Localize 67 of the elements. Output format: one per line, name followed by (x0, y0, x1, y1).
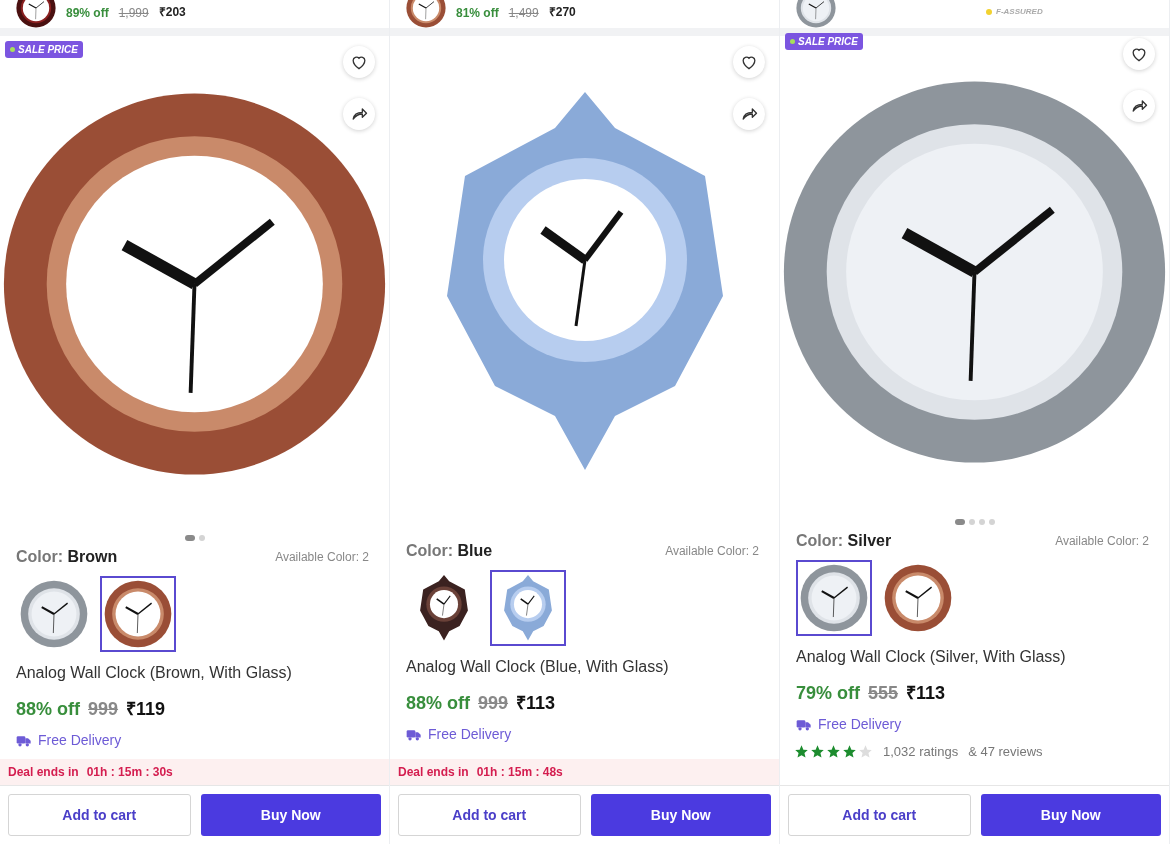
truck-icon (796, 717, 812, 731)
assured-badge: F-ASSURED (986, 7, 1043, 16)
star-icon (858, 744, 873, 759)
price-text: ₹270 (548, 4, 576, 20)
truck-icon (16, 733, 32, 747)
available-colors-text: Available Color: 2 (275, 550, 369, 564)
original-price: 555 (868, 683, 899, 704)
carousel-dot[interactable] (988, 519, 995, 525)
sale-badge: SALE PRICE (785, 33, 863, 50)
discount-text: 89% off (66, 6, 109, 20)
discount-text: 88% off (406, 693, 470, 714)
color-label: Color: Silver (796, 532, 892, 550)
available-colors-text: Available Color: 2 (665, 544, 759, 558)
buy-now-button[interactable]: Buy Now (200, 794, 381, 836)
clock-thumbnail (800, 564, 868, 632)
price-text: ₹113 (906, 682, 946, 704)
clock-thumbnail (884, 564, 952, 632)
delivery-text: Free Delivery (428, 726, 512, 742)
star-icon (826, 744, 841, 759)
buy-now-button[interactable]: Buy Now (590, 794, 771, 836)
buy-now-button[interactable]: Buy Now (980, 794, 1161, 836)
original-price: 999 (88, 699, 119, 720)
available-colors-text: Available Color: 2 (1055, 534, 1149, 548)
price-text: ₹203 (158, 4, 186, 20)
original-price: 1,999 (118, 6, 149, 20)
color-swatch[interactable] (490, 570, 566, 646)
sale-badge: SALE PRICE (5, 41, 83, 58)
original-price: 999 (478, 693, 509, 714)
carousel-dot[interactable] (978, 519, 985, 525)
truck-icon (406, 727, 422, 741)
star-icon (794, 744, 809, 759)
price-text: ₹119 (126, 698, 166, 720)
clock-thumbnail (502, 574, 554, 642)
delivery-text: Free Delivery (818, 716, 902, 732)
discount-text: 81% off (456, 6, 499, 20)
wishlist-button[interactable] (1123, 38, 1155, 70)
deal-timer: Deal ends in 01h : 15m : 30s (0, 759, 389, 785)
color-swatch[interactable] (796, 560, 872, 636)
ratings-count: 1,032 ratings (883, 744, 959, 759)
wishlist-button[interactable] (733, 46, 765, 78)
clock-thumbnail (104, 580, 172, 648)
price-text: ₹113 (516, 692, 556, 714)
product-title[interactable]: Analog Wall Clock (Brown, With Glass) (0, 652, 389, 682)
color-label: Color: Brown (16, 548, 118, 566)
clock-thumbnail (418, 574, 470, 642)
star-icon (842, 744, 857, 759)
discount-text: 79% off (796, 683, 860, 704)
product-title[interactable]: Analog Wall Clock (Silver, With Glass) (780, 636, 1169, 666)
add-to-cart-button[interactable]: Add to cart (8, 794, 191, 836)
share-button[interactable] (343, 98, 375, 130)
star-icon (810, 744, 825, 759)
add-to-cart-button[interactable]: Add to cart (398, 794, 581, 836)
product-title[interactable]: Analog Wall Clock (Blue, With Glass) (390, 646, 779, 676)
wishlist-button[interactable] (343, 46, 375, 78)
add-to-cart-button[interactable]: Add to cart (788, 794, 971, 836)
share-button[interactable] (733, 98, 765, 130)
carousel-dot[interactable] (198, 535, 205, 541)
color-swatch[interactable] (100, 576, 176, 652)
clock-thumbnail (20, 580, 88, 648)
color-label: Color: Blue (406, 542, 493, 560)
delivery-text: Free Delivery (38, 732, 122, 748)
carousel-dot[interactable] (968, 519, 975, 525)
reviews-count: & 47 reviews (968, 744, 1043, 759)
share-button[interactable] (1123, 90, 1155, 122)
deal-timer: Deal ends in 01h : 15m : 48s (390, 759, 779, 785)
original-price: 1,499 (508, 6, 539, 20)
discount-text: 88% off (16, 699, 80, 720)
